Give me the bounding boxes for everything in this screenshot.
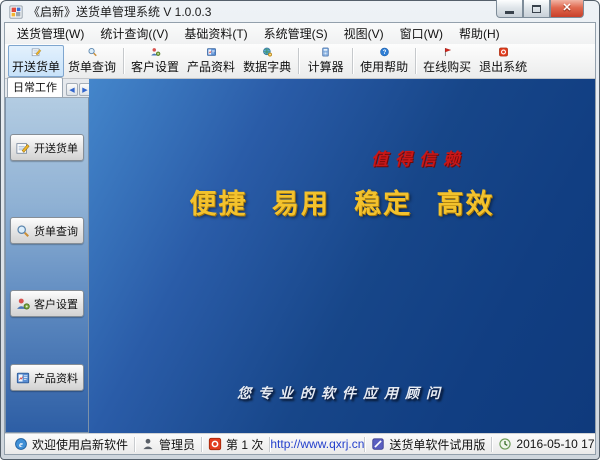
sidebar-tab-strip: 日常工作 ◀ ▶: [5, 79, 89, 97]
svg-text:e: e: [19, 439, 23, 449]
maximize-button[interactable]: [523, 0, 550, 18]
sidebar-panel: 开送货单 货单查询: [5, 97, 89, 433]
toolbar-note-search[interactable]: 货单查询: [64, 45, 120, 77]
toolbar-buy-online[interactable]: 在线购买: [419, 45, 475, 77]
toolbar-separator: [352, 48, 353, 74]
svg-text:?: ?: [382, 50, 386, 56]
website-link[interactable]: http://www.qxrj.cn: [270, 437, 364, 451]
exit-power-icon: [496, 47, 511, 57]
tab-daily-work[interactable]: 日常工作: [7, 77, 63, 97]
minimize-button[interactable]: [496, 0, 523, 18]
menu-statistics[interactable]: 统计查询((V): [92, 23, 176, 44]
toolbar-help[interactable]: ? 使用帮助: [356, 45, 412, 77]
maximize-icon: [532, 5, 541, 13]
app-window: 《启新》送货单管理系统 V 1.0.0.3 ✕ 送货管理(W) 统计查询((V)…: [0, 0, 600, 460]
trust-badge-text: 值得信赖: [371, 145, 467, 170]
main-panel: 值得信赖 便捷 易用 稳定 高效 您专业的软件应用顾问: [89, 79, 595, 433]
window-controls: ✕: [496, 0, 584, 18]
status-login-count: 第 1 次: [202, 436, 269, 453]
clock-icon: [498, 437, 512, 451]
calculator-icon: [318, 47, 333, 57]
edition-badge-icon: [371, 437, 385, 451]
toolbar-separator: [123, 48, 124, 74]
footer-slogan: 您专业的软件应用顾问: [89, 383, 595, 403]
login-count-icon: [208, 437, 222, 451]
status-welcome: e 欢迎使用启新软件: [8, 436, 134, 453]
close-icon: ✕: [562, 3, 571, 14]
sidebar-note-search-button[interactable]: 货单查询: [10, 217, 84, 244]
toolbar-button-label: 产品资料: [187, 58, 235, 75]
toolbar-new-delivery-note[interactable]: 开送货单: [8, 45, 64, 77]
toolbar-button-label: 计算器: [308, 58, 344, 75]
status-welcome-text: 欢迎使用启新软件: [32, 436, 128, 453]
user-icon: [141, 437, 155, 451]
toolbar-product-data[interactable]: 产品资料: [183, 45, 239, 77]
toolbar-button-label: 在线购买: [423, 58, 471, 75]
toolbar-separator: [415, 48, 416, 74]
status-login-count-text: 第 1 次: [226, 436, 263, 453]
sidebar-button-label: 客户设置: [34, 296, 78, 312]
product-book-icon: [204, 47, 219, 57]
sidebar-new-delivery-note-button[interactable]: 开送货单: [10, 134, 84, 161]
sidebar-button-label: 货单查询: [34, 223, 78, 239]
content-area: 日常工作 ◀ ▶ 开送货单: [5, 79, 595, 433]
toolbar-button-label: 开送货单: [12, 58, 60, 75]
toolbar-separator: [298, 48, 299, 74]
toolbar-button-label: 使用帮助: [360, 58, 408, 75]
sidebar-customer-settings-button[interactable]: 客户设置: [10, 290, 84, 317]
tab-scroll-arrows: ◀ ▶: [66, 83, 91, 96]
toolbar: 开送货单 货单查询 客户设置: [5, 44, 595, 79]
tab-scroll-left-icon[interactable]: ◀: [66, 83, 78, 96]
sidebar-product-data-button[interactable]: 产品资料: [10, 364, 84, 391]
menu-base-data[interactable]: 基础资料(T): [176, 23, 255, 44]
toolbar-data-dictionary[interactable]: 数据字典: [239, 45, 295, 77]
status-edition-text: 送货单软件试用版: [389, 436, 485, 453]
status-datetime: 2016-05-10 17:02:36: [492, 437, 596, 451]
status-user: 管理员: [135, 436, 201, 453]
status-edition: 送货单软件试用版: [365, 436, 491, 453]
toolbar-button-label: 数据字典: [243, 58, 291, 75]
buy-flag-icon: [440, 47, 455, 57]
search-icon: [16, 224, 30, 238]
help-icon: ?: [377, 47, 392, 57]
toolbar-button-label: 退出系统: [479, 58, 527, 75]
toolbar-customer-settings[interactable]: 客户设置: [127, 45, 183, 77]
status-bar: e 欢迎使用启新软件 管理员 第 1 次 http: [5, 433, 595, 454]
data-dictionary-globe-icon: [260, 47, 275, 57]
product-book-icon: [16, 371, 30, 385]
window-title: 《启新》送货单管理系统 V 1.0.0.3: [28, 3, 211, 20]
title-bar[interactable]: 《启新》送货单管理系统 V 1.0.0.3 ✕: [4, 1, 596, 22]
client-area: 送货管理(W) 统计查询((V) 基础资料(T) 系统管理(S) 视图(V) 窗…: [4, 22, 596, 455]
customer-settings-icon: [148, 47, 163, 57]
customer-settings-icon: [16, 297, 30, 311]
sidebar-button-label: 产品资料: [34, 370, 78, 386]
edit-note-icon: [16, 141, 30, 155]
menu-delivery[interactable]: 送货管理(W): [9, 23, 92, 44]
search-icon: [85, 47, 100, 57]
edit-note-icon: [29, 47, 44, 57]
menu-view[interactable]: 视图(V): [336, 23, 392, 44]
headline-slogan: 便捷 易用 稳定 高效: [89, 182, 595, 221]
menu-bar: 送货管理(W) 统计查询((V) 基础资料(T) 系统管理(S) 视图(V) 窗…: [5, 23, 595, 44]
menu-help[interactable]: 帮助(H): [451, 23, 508, 44]
close-button[interactable]: ✕: [550, 0, 584, 18]
minimize-icon: [505, 11, 514, 14]
browser-globe-icon: e: [14, 437, 28, 451]
sidebar: 日常工作 ◀ ▶ 开送货单: [5, 79, 89, 433]
menu-system[interactable]: 系统管理(S): [256, 23, 336, 44]
toolbar-exit[interactable]: 退出系统: [475, 45, 531, 77]
status-user-text: 管理员: [159, 436, 195, 453]
sidebar-button-label: 开送货单: [34, 140, 78, 156]
status-datetime-text: 2016-05-10 17:02:36: [516, 437, 596, 451]
toolbar-button-label: 货单查询: [68, 58, 116, 75]
toolbar-button-label: 客户设置: [131, 58, 179, 75]
menu-window[interactable]: 窗口(W): [392, 23, 451, 44]
toolbar-calculator[interactable]: 计算器: [302, 45, 349, 77]
app-icon: [9, 5, 23, 19]
